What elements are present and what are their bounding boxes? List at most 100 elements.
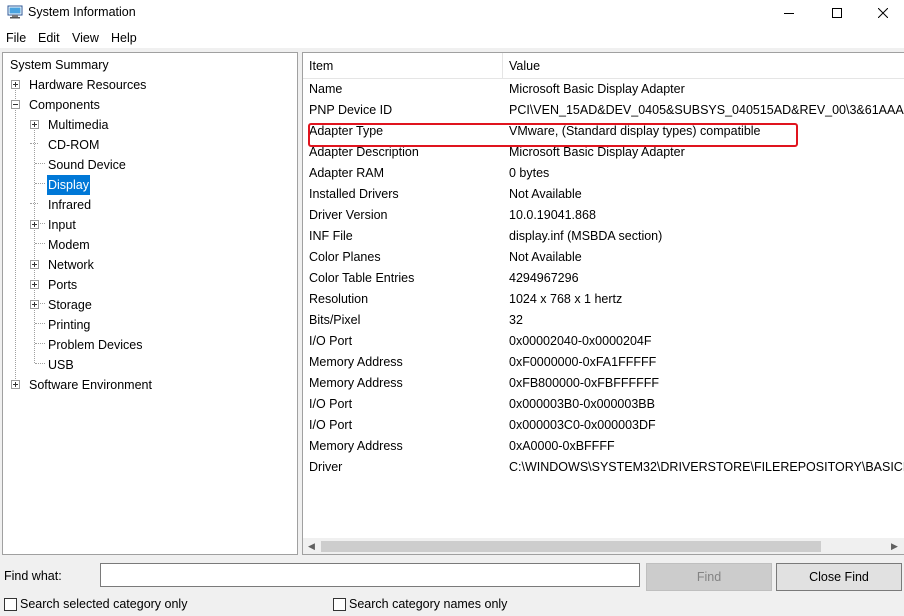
cell-item: Memory Address	[309, 439, 403, 453]
find-what-input[interactable]	[100, 563, 640, 587]
tree-item-usb[interactable]: USB	[47, 355, 277, 375]
close-find-button[interactable]: Close Find	[776, 563, 902, 591]
cell-item: Adapter Description	[309, 145, 419, 159]
tree-item-infrared[interactable]: Infrared	[47, 195, 277, 215]
cell-value: Microsoft Basic Display Adapter	[509, 145, 685, 159]
table-row[interactable]: Color Planes Not Available	[303, 247, 904, 268]
tree-item-sound-device[interactable]: Sound Device	[47, 155, 277, 175]
menu-view[interactable]: View	[72, 31, 99, 45]
scrollbar-thumb[interactable]	[321, 541, 821, 552]
details-list[interactable]: Item Value Name Microsoft Basic Display A…	[302, 52, 904, 555]
checkbox-label: Search selected category only	[20, 597, 188, 611]
tree-item-multimedia[interactable]: Multimedia	[30, 115, 280, 135]
tree-item-software-environment[interactable]: Software Environment	[11, 375, 291, 395]
tree-item-label: Input	[48, 218, 76, 232]
table-row[interactable]: INF File display.inf (MSBDA section)	[303, 226, 904, 247]
cell-value: 0xA0000-0xBFFFF	[509, 439, 615, 453]
tree-item-cd-rom[interactable]: CD-ROM	[47, 135, 277, 155]
cell-value: C:\WINDOWS\SYSTEM32\DRIVERSTORE\FILEREPO…	[509, 460, 904, 474]
menu-help[interactable]: Help	[111, 31, 137, 45]
table-row[interactable]: I/O Port 0x000003B0-0x000003BB	[303, 394, 904, 415]
tree-item-problem-devices[interactable]: Problem Devices	[47, 335, 277, 355]
tree-item-network[interactable]: Network	[30, 255, 280, 275]
table-row[interactable]: Installed Drivers Not Available	[303, 184, 904, 205]
table-row[interactable]: Memory Address 0xFB800000-0xFBFFFFFF	[303, 373, 904, 394]
tree-item-system-summary[interactable]: System Summary	[9, 55, 289, 75]
close-button[interactable]	[860, 0, 904, 26]
table-row[interactable]: PNP Device ID PCI\VEN_15AD&DEV_0405&SUBSY…	[303, 100, 904, 121]
tree-item-label: Printing	[48, 318, 91, 332]
search-category-names-checkbox[interactable]: Search category names only	[333, 596, 507, 612]
tree-connector	[15, 83, 16, 383]
menu-edit[interactable]: Edit	[38, 31, 60, 45]
cell-item: Color Planes	[309, 250, 381, 264]
cell-value: 4294967296	[509, 271, 579, 285]
checkbox-box[interactable]	[333, 597, 346, 611]
tree-item-label: System Summary	[10, 58, 109, 72]
tree-item-display[interactable]: Display	[47, 175, 277, 195]
cell-value: 1024 x 768 x 1 hertz	[509, 292, 623, 306]
table-row[interactable]: I/O Port 0x00002040-0x0000204F	[303, 331, 904, 352]
title-bar: System Information	[0, 0, 904, 26]
table-row[interactable]: Adapter Type VMware, (Standard display ty…	[303, 121, 904, 142]
tree-item-label: Hardware Resources	[29, 78, 147, 92]
cell-item: I/O Port	[309, 334, 353, 348]
column-header-value[interactable]: Value	[503, 53, 904, 79]
scroll-left-arrow-icon[interactable]: ◀	[303, 538, 320, 554]
tree-item-hardware-resources[interactable]: Hardware Resources	[11, 75, 291, 95]
tree-connector	[30, 143, 38, 144]
table-row[interactable]: I/O Port 0x000003C0-0x000003DF	[303, 415, 904, 436]
table-row[interactable]: Memory Address 0xA0000-0xBFFFF	[303, 436, 904, 457]
table-row[interactable]: Color Table Entries 4294967296	[303, 268, 904, 289]
cell-item: Memory Address	[309, 376, 403, 390]
table-row[interactable]: Name Microsoft Basic Display Adapter	[303, 79, 904, 100]
tree-item-label: Network	[48, 258, 94, 272]
expand-plus-icon[interactable]	[30, 280, 39, 289]
cell-value: Not Available	[509, 187, 582, 201]
table-row[interactable]: Resolution 1024 x 768 x 1 hertz	[303, 289, 904, 310]
checkbox-box[interactable]	[4, 597, 17, 611]
menu-file[interactable]: File	[6, 31, 26, 45]
table-row[interactable]: Bits/Pixel 32	[303, 310, 904, 331]
expand-plus-icon[interactable]	[30, 300, 39, 309]
table-row[interactable]: Driver C:\WINDOWS\SYSTEM32\DRIVERSTORE\FI…	[303, 457, 904, 478]
table-row[interactable]: Adapter Description Microsoft Basic Displ…	[303, 142, 904, 163]
expand-plus-icon[interactable]	[30, 220, 39, 229]
tree-item-label: CD-ROM	[48, 138, 100, 152]
find-button[interactable]: Find	[646, 563, 772, 591]
tree-item-printing[interactable]: Printing	[47, 315, 277, 335]
system-information-app-icon	[7, 5, 23, 19]
expand-plus-icon[interactable]	[30, 260, 39, 269]
cell-value: 0x00002040-0x0000204F	[509, 334, 652, 348]
tree-item-modem[interactable]: Modem	[47, 235, 277, 255]
cell-item: Memory Address	[309, 355, 403, 369]
cell-value: 32	[509, 313, 523, 327]
table-row[interactable]: Memory Address 0xF0000000-0xFA1FFFFF	[303, 352, 904, 373]
tree-connector	[35, 243, 45, 244]
tree-item-label: Problem Devices	[48, 338, 143, 352]
cell-item: Bits/Pixel	[309, 313, 361, 327]
cell-item: Adapter Type	[309, 124, 384, 138]
table-row[interactable]: Adapter RAM 0 bytes	[303, 163, 904, 184]
tree-item-input[interactable]: Input	[30, 215, 280, 235]
cell-value: Microsoft Basic Display Adapter	[509, 82, 685, 96]
maximize-button[interactable]	[814, 0, 860, 26]
cell-item: I/O Port	[309, 418, 353, 432]
category-tree[interactable]: System Summary Hardware Resources Compon…	[2, 52, 298, 555]
minimize-button[interactable]	[766, 0, 812, 26]
collapse-minus-icon[interactable]	[11, 100, 20, 109]
expand-plus-icon[interactable]	[11, 380, 20, 389]
tree-connector	[35, 163, 45, 164]
column-header-item[interactable]: Item	[303, 53, 503, 79]
cell-value: 0x000003C0-0x000003DF	[509, 418, 656, 432]
table-row[interactable]: Driver Version 10.0.19041.868	[303, 205, 904, 226]
expand-plus-icon[interactable]	[11, 80, 20, 89]
horizontal-scrollbar[interactable]: ◀ ▶	[303, 538, 904, 554]
tree-item-storage[interactable]: Storage	[30, 295, 280, 315]
tree-item-components[interactable]: Components	[11, 95, 291, 115]
tree-item-ports[interactable]: Ports	[30, 275, 280, 295]
search-selected-category-checkbox[interactable]: Search selected category only	[4, 596, 187, 612]
expand-plus-icon[interactable]	[30, 120, 39, 129]
scroll-right-arrow-icon[interactable]: ▶	[886, 538, 903, 554]
cell-value: Not Available	[509, 250, 582, 264]
